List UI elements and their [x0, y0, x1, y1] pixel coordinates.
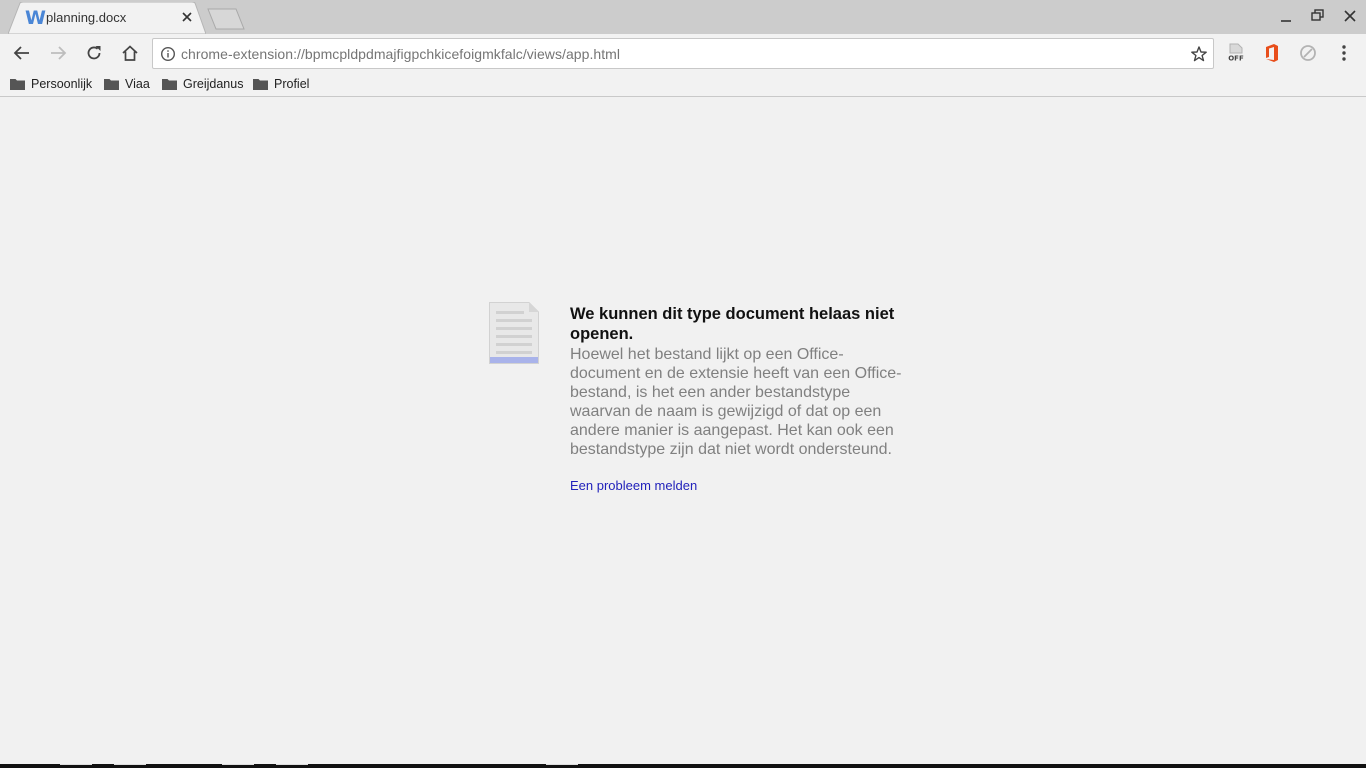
- folder-icon: [253, 79, 268, 90]
- home-icon: [122, 45, 138, 61]
- more-vertical-icon: [1342, 45, 1346, 61]
- page-content: We kunnen dit type document helaas niet …: [0, 98, 1366, 764]
- office-off-extension-icon: OFF: [1228, 43, 1244, 63]
- taskbar-item[interactable]: [546, 764, 578, 765]
- taskbar-item[interactable]: [222, 764, 254, 765]
- bookmark-label: Profiel: [274, 77, 310, 91]
- tab-title: planning.docx: [46, 10, 127, 25]
- taskbar-item[interactable]: [60, 764, 92, 765]
- url-text: chrome-extension://bpmcpldpdmajfigpchkic…: [181, 46, 621, 62]
- blocked-extension-icon: [1300, 45, 1316, 61]
- folder-icon: [10, 79, 25, 90]
- minimize-icon[interactable]: [1275, 6, 1297, 26]
- word-icon: W: [25, 7, 46, 29]
- taskbar-item[interactable]: [276, 764, 308, 765]
- office-off-extension-button[interactable]: OFF: [1224, 42, 1248, 64]
- bookmark-folder-viaa[interactable]: Viaa: [104, 75, 150, 93]
- bookmark-folder-persoonlijk[interactable]: Persoonlijk: [10, 75, 92, 93]
- arrow-left-icon: [13, 46, 29, 60]
- window-close-icon[interactable]: [1339, 6, 1361, 26]
- tab-planning-docx[interactable]: W planning.docx: [8, 2, 206, 34]
- error-message: We kunnen dit type document helaas niet …: [570, 304, 910, 495]
- taskbar: [0, 764, 1366, 768]
- folder-icon: [162, 79, 177, 90]
- back-button[interactable]: [10, 42, 34, 64]
- forward-button[interactable]: [46, 42, 70, 64]
- office-extension-button[interactable]: [1260, 42, 1284, 64]
- menu-button[interactable]: [1332, 42, 1356, 64]
- reload-icon: [87, 46, 101, 60]
- blocked-extension-button[interactable]: [1296, 42, 1320, 64]
- bookmark-star-icon[interactable]: [1190, 45, 1208, 63]
- bookmark-folder-profiel[interactable]: Profiel: [253, 75, 309, 93]
- folder-icon: [104, 79, 119, 90]
- home-button[interactable]: [118, 42, 142, 64]
- new-tab-button[interactable]: [206, 8, 246, 30]
- tab-strip: W planning.docx: [0, 0, 1366, 34]
- bookmark-label: Persoonlijk: [31, 77, 93, 91]
- report-problem-link[interactable]: Een probleem melden: [570, 478, 697, 493]
- bookmark-label: Viaa: [125, 77, 150, 91]
- toolbar: chrome-extension://bpmcpldpdmajfigpchkic…: [0, 34, 1366, 72]
- error-title: We kunnen dit type document helaas niet …: [570, 305, 895, 343]
- close-icon[interactable]: [180, 10, 194, 24]
- bookmarks-bar: Persoonlijk Viaa Greijdanus Profiel: [0, 72, 1366, 97]
- arrow-right-icon: [51, 46, 67, 60]
- off-label: OFF: [1228, 55, 1244, 63]
- taskbar-item[interactable]: [114, 764, 146, 765]
- error-body: Hoewel het bestand lijkt op een Office-d…: [570, 346, 902, 458]
- address-bar[interactable]: chrome-extension://bpmcpldpdmajfigpchkic…: [152, 38, 1214, 69]
- office-extension-icon: [1266, 44, 1278, 62]
- reload-button[interactable]: [82, 42, 106, 64]
- bookmark-label: Greijdanus: [183, 77, 244, 91]
- info-icon[interactable]: [160, 46, 176, 62]
- document-icon: [489, 302, 539, 364]
- restore-icon[interactable]: [1307, 6, 1329, 26]
- bookmark-folder-greijdanus[interactable]: Greijdanus: [162, 75, 243, 93]
